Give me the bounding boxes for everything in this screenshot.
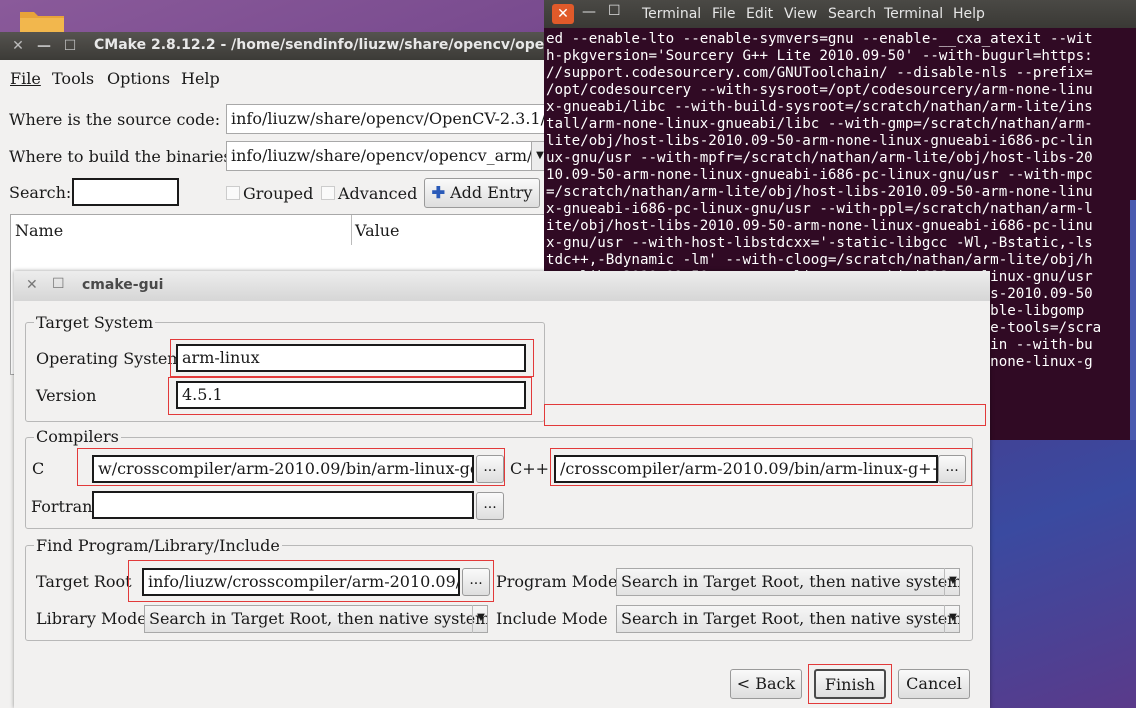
cxx-compiler-browse-button[interactable]: ...: [938, 455, 966, 483]
version-input[interactable]: 4.5.1: [176, 381, 526, 409]
source-label: Where is the source code:: [9, 110, 221, 129]
terminal-line: 10.09-50-arm-none-linux-gnueabi-i686-pc-…: [546, 167, 1093, 183]
build-label: Where to build the binaries:: [9, 147, 238, 166]
terminal-line: h-pkgversion='Sourcery G++ Lite 2010.09-…: [546, 48, 1093, 64]
dialog-titlebar: ✕ ☐ cmake-gui: [14, 271, 990, 301]
find-title: Find Program/Library/Include: [34, 536, 282, 555]
terminal-line: //support.codesourcery.com/GNUToolchain/…: [546, 65, 1093, 81]
compilers-title: Compilers: [34, 427, 121, 446]
chevron-down-icon[interactable]: ▼: [472, 605, 489, 633]
grouped-label: Grouped: [243, 184, 314, 203]
minimize-icon[interactable]: —: [36, 38, 52, 54]
program-mode-select[interactable]: Search in Target Root, then native syste…: [616, 568, 960, 596]
fortran-label: Fortran: [31, 497, 93, 516]
menu-help[interactable]: Help: [953, 6, 985, 22]
os-input[interactable]: arm-linux: [176, 344, 526, 372]
terminal-titlebar: ✕ — ☐ Terminal File Edit View Search Ter…: [544, 0, 1136, 28]
menu-terminal[interactable]: Terminal: [884, 6, 943, 22]
advanced-label: Advanced: [338, 184, 418, 203]
c-compiler-input[interactable]: w/crosscompiler/arm-2010.09/bin/arm-linu…: [92, 455, 474, 483]
menu-help[interactable]: Help: [181, 69, 220, 88]
back-button[interactable]: < Back: [730, 669, 802, 699]
chevron-down-icon[interactable]: ▼: [944, 568, 961, 596]
column-name-header[interactable]: Name: [15, 221, 63, 240]
terminal-line: ite/obj/host-libs-2010.09-50-arm-none-li…: [546, 218, 1093, 234]
menu-view[interactable]: View: [784, 6, 817, 22]
cache-table-header: Name Value: [10, 214, 550, 246]
target-system-title: Target System: [34, 313, 156, 332]
target-root-input[interactable]: info/liuzw/crosscompiler/arm-2010.09/: [142, 568, 460, 596]
advanced-checkbox[interactable]: [321, 186, 335, 200]
grouped-checkbox[interactable]: [226, 186, 240, 200]
column-value-header[interactable]: Value: [355, 221, 400, 240]
close-icon[interactable]: ✕: [552, 4, 574, 24]
os-label: Operating System: [36, 349, 183, 368]
target-root-label: Target Root: [36, 572, 132, 591]
cxx-compiler-label: C++: [510, 459, 550, 478]
version-label: Version: [36, 386, 97, 405]
terminal-line: /opt/codesourcery --with-sysroot=/opt/co…: [546, 82, 1093, 98]
terminal-line: ed --enable-lto --enable-symvers=gnu --e…: [546, 31, 1093, 47]
fortran-input[interactable]: [92, 491, 474, 519]
maximize-icon[interactable]: ☐: [62, 38, 78, 54]
include-mode-select[interactable]: Search in Target Root, then native syste…: [616, 605, 960, 633]
menu-tools[interactable]: Tools: [52, 69, 94, 88]
dialog-title: cmake-gui: [82, 277, 164, 293]
finish-button[interactable]: Finish: [814, 669, 886, 699]
cmake-gui-dialog: ✕ ☐ cmake-gui Target System Operating Sy…: [14, 271, 990, 708]
window-title: CMake 2.8.12.2 - /home/sendinfo/liuzw/sh…: [94, 37, 552, 53]
menu-search[interactable]: Search: [828, 6, 876, 22]
menu-file[interactable]: File: [712, 6, 735, 22]
terminal-line: tdc++,-Bdynamic -lm' --with-cloog=/scrat…: [546, 252, 1093, 268]
menu-options[interactable]: Options: [107, 69, 170, 88]
add-entry-label: Add Entry: [450, 183, 533, 202]
build-path-combo[interactable]: info/liuzw/share/opencv/opencv_arm/: [226, 141, 532, 171]
close-icon[interactable]: ✕: [10, 38, 26, 54]
add-entry-button[interactable]: ✚ Add Entry: [424, 178, 540, 208]
library-mode-label: Library Mode: [36, 609, 147, 628]
search-label: Search:: [9, 183, 72, 202]
minimize-icon[interactable]: —: [582, 4, 596, 20]
c-compiler-browse-button[interactable]: ...: [476, 455, 504, 483]
terminal-line: x-gnueabi-i686-pc-linux-gnu/usr --with-p…: [546, 201, 1093, 217]
terminal-title: Terminal: [642, 6, 702, 22]
fortran-browse-button[interactable]: ...: [476, 492, 504, 520]
menubar: File Tools Options Help: [0, 66, 552, 90]
terminal-line: lite/obj/host-libs-2010.09-50-arm-none-l…: [546, 133, 1093, 149]
cmake-titlebar: ✕ — ☐ CMake 2.8.12.2 - /home/sendinfo/li…: [0, 32, 552, 60]
chevron-down-icon[interactable]: ▼: [944, 605, 961, 633]
plus-icon: ✚: [431, 183, 446, 202]
terminal-line: x-gnueabi/libc --with-build-sysroot=/scr…: [546, 99, 1093, 115]
search-input[interactable]: [72, 178, 179, 206]
cxx-compiler-input[interactable]: /crosscompiler/arm-2010.09/bin/arm-linux…: [554, 455, 938, 483]
menu-file[interactable]: File: [10, 69, 41, 88]
terminal-scrollbar[interactable]: [1130, 200, 1136, 440]
maximize-icon[interactable]: ☐: [608, 3, 621, 19]
terminal-line: =/scratch/nathan/arm-lite/obj/host-libs-…: [546, 184, 1093, 200]
target-root-browse-button[interactable]: ...: [462, 568, 490, 596]
menu-edit[interactable]: Edit: [746, 6, 773, 22]
library-mode-select[interactable]: Search in Target Root, then native syste…: [144, 605, 488, 633]
source-path-combo[interactable]: info/liuzw/share/opencv/OpenCV-2.3.1/: [226, 104, 552, 134]
terminal-line: x-gnu/usr --with-host-libstdcxx='-static…: [546, 235, 1093, 251]
c-compiler-label: C: [32, 459, 45, 478]
close-icon[interactable]: ✕: [26, 277, 38, 293]
terminal-line: ux-gnu/usr --with-mpfr=/scratch/nathan/a…: [546, 150, 1093, 166]
program-mode-label: Program Mode: [496, 572, 618, 591]
cancel-button[interactable]: Cancel: [898, 669, 970, 699]
terminal-line: tall/arm-none-linux-gnueabi/libc --with-…: [546, 116, 1093, 132]
maximize-icon[interactable]: ☐: [52, 276, 65, 292]
include-mode-label: Include Mode: [496, 609, 608, 628]
